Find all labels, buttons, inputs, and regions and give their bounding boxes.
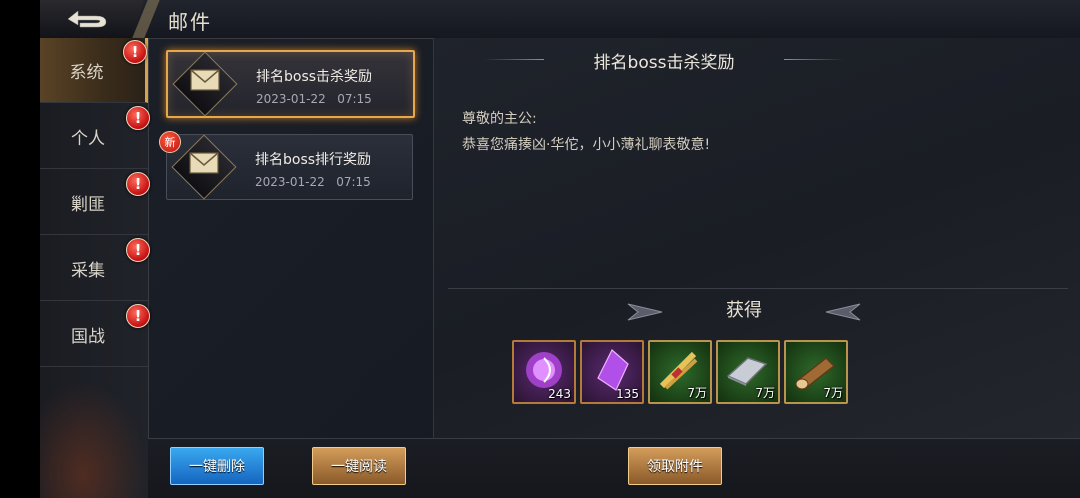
- mail-time: 07:15: [337, 92, 372, 106]
- wing-left-icon: [627, 303, 663, 321]
- mail-subject: 排名boss排行奖励: [255, 152, 372, 168]
- mail-list-item[interactable]: 排名boss击杀奖励 2023-01-22 07:15: [166, 50, 415, 118]
- sidebar-item-national-war[interactable]: 国战 !: [40, 302, 150, 367]
- alert-icon: !: [123, 40, 147, 64]
- alert-icon: !: [126, 304, 150, 328]
- reward-quantity: 243: [548, 387, 571, 401]
- sidebar-item-label: 个人: [71, 128, 105, 149]
- sidebar-glow: [40, 380, 148, 498]
- alert-icon: !: [126, 172, 150, 196]
- envelope-icon: [189, 152, 219, 174]
- back-button[interactable]: [40, 0, 144, 38]
- claim-attachments-button[interactable]: 领取附件: [628, 447, 722, 485]
- sidebar-item-system[interactable]: 系统 !: [40, 38, 148, 103]
- reward-quantity: 135: [616, 387, 639, 401]
- sidebar-item-label: 国战: [71, 326, 105, 347]
- page-title: 邮件: [168, 10, 212, 34]
- read-all-button[interactable]: 一键阅读: [312, 447, 406, 485]
- mail-timestamp: 2023-01-22 07:15: [256, 92, 372, 106]
- reward-header: 获得: [584, 296, 904, 326]
- sidebar-item-personal[interactable]: 个人 !: [40, 104, 150, 169]
- purple-orb-icon: [526, 352, 562, 388]
- reward-item[interactable]: 243: [512, 340, 576, 404]
- mail-greeting: 尊敬的主公:: [462, 111, 537, 127]
- new-badge: 新: [159, 131, 181, 153]
- sidebar-item-label: 剿匪: [71, 194, 105, 215]
- mail-date: 2023-01-22: [255, 175, 325, 189]
- reward-item[interactable]: 7万: [648, 340, 712, 404]
- title-ornament-right: [784, 59, 844, 60]
- mail-timestamp: 2023-01-22 07:15: [255, 175, 371, 189]
- alert-icon: !: [126, 238, 150, 262]
- reward-quantity: 7万: [687, 386, 707, 400]
- sidebar-item-gather[interactable]: 采集 !: [40, 236, 150, 301]
- detail-title-row: 排名boss击杀奖励: [484, 48, 844, 73]
- top-bar: 邮件: [40, 0, 1080, 39]
- sidebar-item-bandits[interactable]: 剿匪 !: [40, 170, 150, 235]
- sidebar: 系统 ! 个人 ! 剿匪 ! 采集 ! 国战 !: [40, 38, 150, 498]
- iron-ingot-icon: [726, 357, 768, 386]
- envelope-icon: [190, 69, 220, 91]
- mail-list-item[interactable]: 排名boss排行奖励 2023-01-22 07:15 新: [159, 131, 413, 200]
- reward-item[interactable]: 135: [580, 340, 644, 404]
- reward-quantity: 7万: [755, 386, 775, 400]
- sidebar-item-label: 系统: [69, 62, 104, 83]
- mail-subject: 排名boss击杀奖励: [256, 69, 373, 85]
- reward-quantity: 7万: [823, 386, 843, 400]
- mail-list: 排名boss击杀奖励 2023-01-22 07:15 排名boss排行奖励 2…: [148, 38, 434, 438]
- mail-window: 邮件 系统 ! 个人 ! 剿匪 ! 采集 ! 国战 ! 排名boss击杀奖励 2…: [40, 0, 1080, 498]
- mail-time: 07:15: [336, 175, 371, 189]
- reward-divider: [448, 288, 1068, 289]
- reward-item[interactable]: 7万: [716, 340, 780, 404]
- back-arrow-icon: [67, 10, 107, 28]
- wing-right-icon: [825, 303, 861, 321]
- mail-date: 2023-01-22: [256, 92, 326, 106]
- sidebar-item-label: 采集: [71, 260, 105, 281]
- bottom-bar: 一键删除 一键阅读 领取附件: [148, 438, 1080, 498]
- mail-body: 恭喜您痛揍凶·华佗，小小薄礼聊表敬意!: [462, 137, 711, 153]
- delete-all-button[interactable]: 一键删除: [170, 447, 264, 485]
- reward-title: 获得: [726, 300, 762, 321]
- alert-icon: !: [126, 106, 150, 130]
- purple-crystal-icon: [597, 349, 629, 391]
- detail-title: 排名boss击杀奖励: [593, 53, 735, 73]
- reward-item[interactable]: 7万: [784, 340, 848, 404]
- mail-detail: 排名boss击杀奖励 尊敬的主公: 恭喜您痛揍凶·华佗，小小薄礼聊表敬意! 获得…: [434, 38, 1080, 438]
